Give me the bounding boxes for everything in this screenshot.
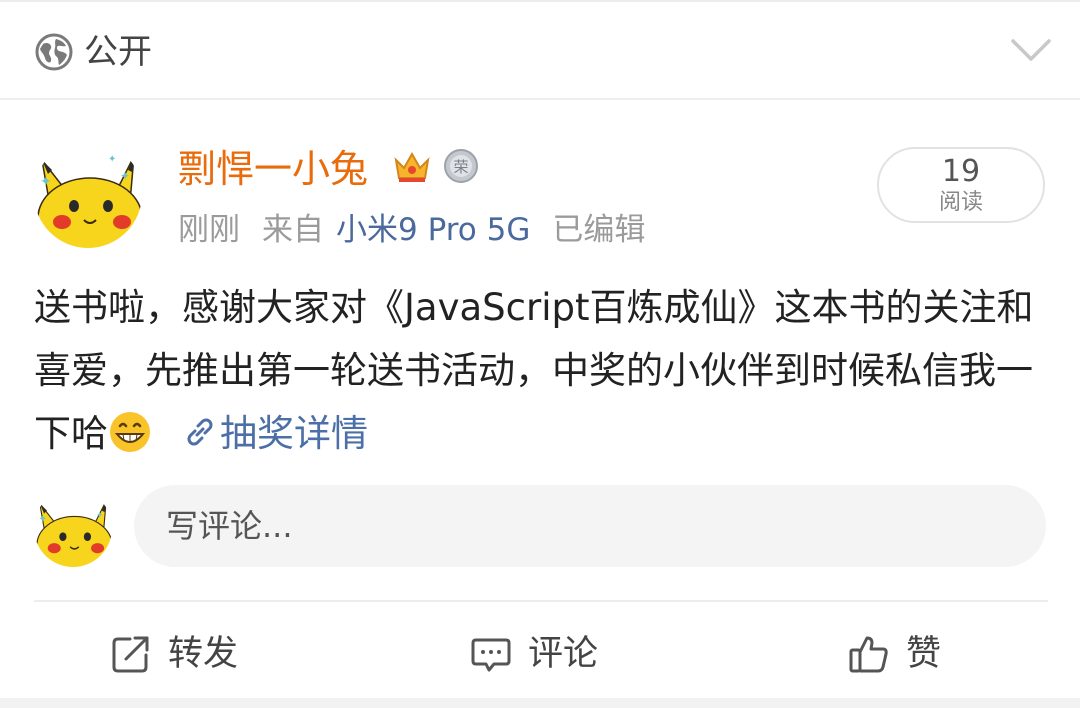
commenter-avatar: ✦ ✦ (34, 489, 112, 567)
like-button[interactable]: 赞 (848, 628, 941, 680)
comment-icon (471, 638, 511, 672)
comment-label: 评论 (528, 634, 599, 674)
svg-text:✦: ✦ (108, 154, 116, 165)
like-label: 赞 (906, 634, 942, 674)
visibility-header[interactable]: 公开 (0, 2, 1080, 98)
repost-label: 转发 (168, 634, 239, 674)
repost-icon (112, 636, 149, 673)
chevron-down-icon[interactable] (1010, 36, 1052, 64)
silver-medal-icon: 荣 (444, 149, 478, 183)
svg-text:✦: ✦ (38, 514, 47, 525)
comment-placeholder: 写评论... (166, 507, 293, 545)
lottery-link[interactable]: 抽奖详情 (182, 412, 368, 455)
read-label: 阅读 (938, 190, 983, 215)
header-divider (0, 98, 1080, 100)
visibility-label: 公开 (84, 32, 152, 72)
post-source[interactable]: 小米9 Pro 5G (336, 212, 530, 248)
footer-divider (34, 600, 1048, 602)
edited-label[interactable]: 已编辑 (552, 212, 645, 248)
source-prefix: 来自 (262, 212, 324, 248)
svg-text:✦: ✦ (40, 174, 52, 190)
pikachu-avatar-icon: ✦ ✦ ✦ (34, 140, 142, 248)
comment-input[interactable]: 写评论... (134, 485, 1046, 567)
thumbs-up-icon (849, 636, 888, 673)
lottery-link-label: 抽奖详情 (220, 412, 368, 455)
comment-button[interactable]: 评论 (470, 628, 598, 680)
author-avatar[interactable]: ✦ ✦ ✦ (34, 140, 142, 248)
author-name[interactable]: 剽悍一小兔 (178, 144, 368, 194)
post-body: 送书啦，感谢大家对《JavaScript百炼成仙》这本书的关注和喜爱，先推出第一… (34, 276, 1050, 465)
read-count: 19 (941, 154, 981, 189)
svg-text:荣: 荣 (453, 158, 468, 176)
pikachu-avatar-icon: ✦ ✦ (34, 489, 112, 567)
grinning-face-icon (110, 412, 150, 452)
svg-text:✦: ✦ (120, 169, 130, 183)
post-meta: 刚刚 来自 小米9 Pro 5G 已编辑 (178, 208, 667, 252)
svg-text:✦: ✦ (96, 511, 103, 521)
crown-icon (394, 151, 430, 182)
link-icon (187, 418, 213, 446)
post-time: 刚刚 (178, 212, 240, 248)
bottom-separator (0, 698, 1080, 708)
globe-icon (35, 33, 73, 71)
repost-button[interactable]: 转发 (110, 628, 238, 680)
read-count-badge: 19 阅读 (877, 147, 1045, 223)
